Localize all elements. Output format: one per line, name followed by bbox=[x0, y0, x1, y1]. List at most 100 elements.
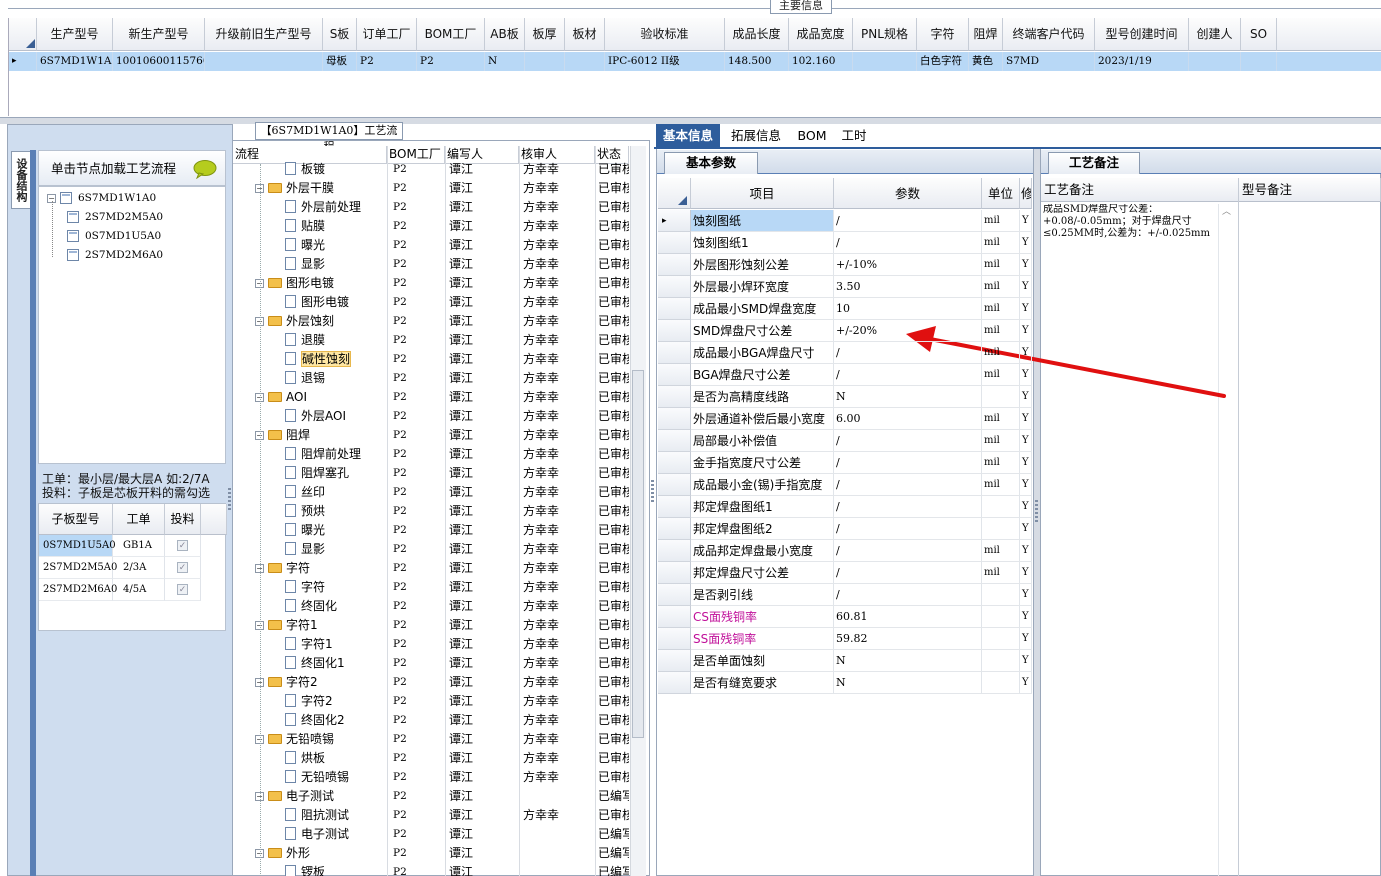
left-splitter-grip[interactable] bbox=[228, 488, 231, 512]
top-col-header[interactable]: AB板 bbox=[485, 18, 525, 51]
param-value[interactable]: / bbox=[834, 232, 982, 254]
top-col-header[interactable]: 升级前旧生产型号 bbox=[205, 18, 323, 51]
param-value[interactable]: / bbox=[834, 518, 982, 540]
top-col-header[interactable]: 验收标准 bbox=[605, 18, 725, 51]
top-col-header[interactable]: 型号创建时间 bbox=[1095, 18, 1189, 51]
top-col-header[interactable]: 字符 bbox=[917, 18, 969, 51]
params-row-indicator[interactable] bbox=[658, 276, 691, 298]
feed-checkbox[interactable]: ✓ bbox=[177, 584, 188, 595]
params-row-indicator[interactable] bbox=[658, 342, 691, 364]
param-value[interactable]: / bbox=[834, 474, 982, 496]
feed-checkbox[interactable]: ✓ bbox=[177, 562, 188, 573]
process-row[interactable]: − 字符1 P2 谭江 方幸幸 已审核 bbox=[233, 616, 629, 635]
params-row-indicator[interactable] bbox=[658, 672, 691, 694]
param-value[interactable]: +/-10% bbox=[834, 254, 982, 276]
top-row-cell[interactable]: IPC-6012 II级 bbox=[605, 52, 725, 71]
top-row-cell[interactable]: S7MD bbox=[1003, 52, 1095, 71]
param-value[interactable]: / bbox=[834, 496, 982, 518]
params-row-indicator[interactable] bbox=[658, 408, 691, 430]
top-row-cell[interactable]: N bbox=[485, 52, 525, 71]
top-col-header[interactable]: 创建人 bbox=[1189, 18, 1241, 51]
param-item[interactable]: 外层图形蚀刻公差 bbox=[691, 254, 834, 276]
process-row[interactable]: 贴膜 P2 谭江 方幸幸 已审核 bbox=[233, 217, 629, 236]
top-row-cell[interactable]: 6S7MD1W1A0 bbox=[37, 52, 113, 71]
process-row[interactable]: 显影 P2 谭江 方幸幸 已审核 bbox=[233, 540, 629, 559]
params-row-indicator[interactable] bbox=[658, 496, 691, 518]
process-row[interactable]: 退锡 P2 谭江 方幸幸 已审核 bbox=[233, 369, 629, 388]
tab-process-notes[interactable]: 工艺备注 bbox=[1048, 152, 1140, 174]
process-row[interactable]: 字符 P2 谭江 方幸幸 已审核 bbox=[233, 578, 629, 597]
process-row[interactable]: − 外层干膜 P2 谭江 方幸幸 已审核 bbox=[233, 179, 629, 198]
params-row-indicator[interactable] bbox=[658, 628, 691, 650]
tree-child-node[interactable]: 0S7MD1U5A0 bbox=[67, 227, 161, 245]
process-row[interactable]: − 阻焊 P2 谭江 方幸幸 已审核 bbox=[233, 426, 629, 445]
sub-row-order[interactable]: GB1A bbox=[113, 535, 165, 557]
param-item[interactable]: 成品最小BGA焊盘尺寸 bbox=[691, 342, 834, 364]
detail-tab[interactable]: 基本信息 bbox=[656, 124, 720, 148]
process-row[interactable]: 显影 P2 谭江 方幸幸 已审核 bbox=[233, 255, 629, 274]
param-item[interactable]: SS面残铜率 bbox=[691, 628, 834, 650]
params-col-header[interactable]: 参数 bbox=[834, 178, 982, 209]
process-row[interactable]: 曝光 P2 谭江 方幸幸 已审核 bbox=[233, 521, 629, 540]
param-item[interactable]: 是否剥引线 bbox=[691, 584, 834, 606]
param-item[interactable]: 是否有缝宽要求 bbox=[691, 672, 834, 694]
param-item[interactable]: 金手指宽度尺寸公差 bbox=[691, 452, 834, 474]
param-value[interactable]: / bbox=[834, 430, 982, 452]
process-row[interactable]: 阻焊塞孔 P2 谭江 方幸幸 已审核 bbox=[233, 464, 629, 483]
top-col-header[interactable]: 板材 bbox=[565, 18, 605, 51]
param-value[interactable]: N bbox=[834, 672, 982, 694]
top-row-cell[interactable]: 母板 bbox=[323, 52, 357, 71]
param-item[interactable]: 成品邦定焊盘最小宽度 bbox=[691, 540, 834, 562]
mid-splitter-grip[interactable] bbox=[651, 480, 654, 504]
process-row[interactable]: − 电子测试 P2 谭江 已编写 bbox=[233, 787, 629, 806]
params-col-header[interactable]: 项目 bbox=[691, 178, 834, 209]
params-row-indicator[interactable] bbox=[658, 650, 691, 672]
tree-load-header[interactable]: 单击节点加载工艺流程 bbox=[38, 150, 226, 186]
top-row-cell[interactable]: P2 bbox=[357, 52, 417, 71]
param-value[interactable]: / bbox=[834, 342, 982, 364]
top-row-cell[interactable]: 黄色 bbox=[969, 52, 1003, 71]
params-col-header[interactable]: 修 bbox=[1020, 178, 1032, 209]
top-row-cell[interactable]: 10010600115760 bbox=[113, 52, 205, 71]
process-row[interactable]: 字符2 P2 谭江 方幸幸 已审核 bbox=[233, 692, 629, 711]
process-row[interactable]: 丝印 P2 谭江 方幸幸 已审核 bbox=[233, 483, 629, 502]
param-item[interactable]: 成品最小金(锡)手指宽度 bbox=[691, 474, 834, 496]
top-col-header[interactable]: 成品长度 bbox=[725, 18, 789, 51]
sub-row-order[interactable]: 4/5A bbox=[113, 579, 165, 601]
sub-row-model[interactable]: 2S7MD2M6A0 bbox=[39, 579, 117, 601]
params-row-indicator[interactable]: ▸ bbox=[658, 210, 691, 232]
param-item[interactable]: 邦定焊盘尺寸公差 bbox=[691, 562, 834, 584]
param-value[interactable]: / bbox=[834, 562, 982, 584]
process-row[interactable]: 曝光 P2 谭江 方幸幸 已审核 bbox=[233, 236, 629, 255]
top-row-cell[interactable]: 2023/1/19 bbox=[1095, 52, 1189, 71]
sub-col-header[interactable]: 投料 bbox=[165, 504, 201, 535]
top-row-cell[interactable] bbox=[853, 52, 917, 71]
top-row-cell[interactable]: 白色字符 bbox=[917, 52, 969, 71]
top-col-header[interactable]: 新生产型号 bbox=[113, 18, 205, 51]
top-col-header[interactable]: SO bbox=[1241, 18, 1277, 51]
process-row[interactable]: 图形电镀 P2 谭江 方幸幸 已审核 bbox=[233, 293, 629, 312]
process-row[interactable]: 外层AOI P2 谭江 方幸幸 已审核 bbox=[233, 407, 629, 426]
process-row[interactable]: 预烘 P2 谭江 方幸幸 已审核 bbox=[233, 502, 629, 521]
param-value[interactable]: 6.00 bbox=[834, 408, 982, 430]
sub-row-order[interactable]: 2/3A bbox=[113, 557, 165, 579]
params-row-indicator[interactable] bbox=[658, 518, 691, 540]
notes-splitter-grip[interactable] bbox=[1035, 500, 1038, 524]
param-value[interactable]: 10 bbox=[834, 298, 982, 320]
process-row[interactable]: − 字符 P2 谭江 方幸幸 已审核 bbox=[233, 559, 629, 578]
process-notes-text[interactable]: 成品SMD焊盘尺寸公差：+0.08/-0.05mm；对于焊盘尺寸≤0.25MM时… bbox=[1043, 204, 1215, 264]
params-row-indicator[interactable] bbox=[658, 562, 691, 584]
param-item[interactable]: CS面残铜率 bbox=[691, 606, 834, 628]
tree-child-node[interactable]: 2S7MD2M5A0 bbox=[67, 208, 163, 226]
top-col-header[interactable]: S板 bbox=[323, 18, 357, 51]
params-row-indicator[interactable] bbox=[658, 584, 691, 606]
param-item[interactable]: 外层最小焊环宽度 bbox=[691, 276, 834, 298]
param-value[interactable]: 59.82 bbox=[834, 628, 982, 650]
params-row-indicator[interactable] bbox=[658, 474, 691, 496]
top-row-cell[interactable]: 148.500 bbox=[725, 52, 789, 71]
param-value[interactable]: 3.50 bbox=[834, 276, 982, 298]
detail-tab[interactable]: 拓展信息 bbox=[724, 124, 788, 148]
top-col-header[interactable]: BOM工厂 bbox=[417, 18, 485, 51]
param-item[interactable]: 成品最小SMD焊盘宽度 bbox=[691, 298, 834, 320]
param-value[interactable]: / bbox=[834, 210, 982, 232]
